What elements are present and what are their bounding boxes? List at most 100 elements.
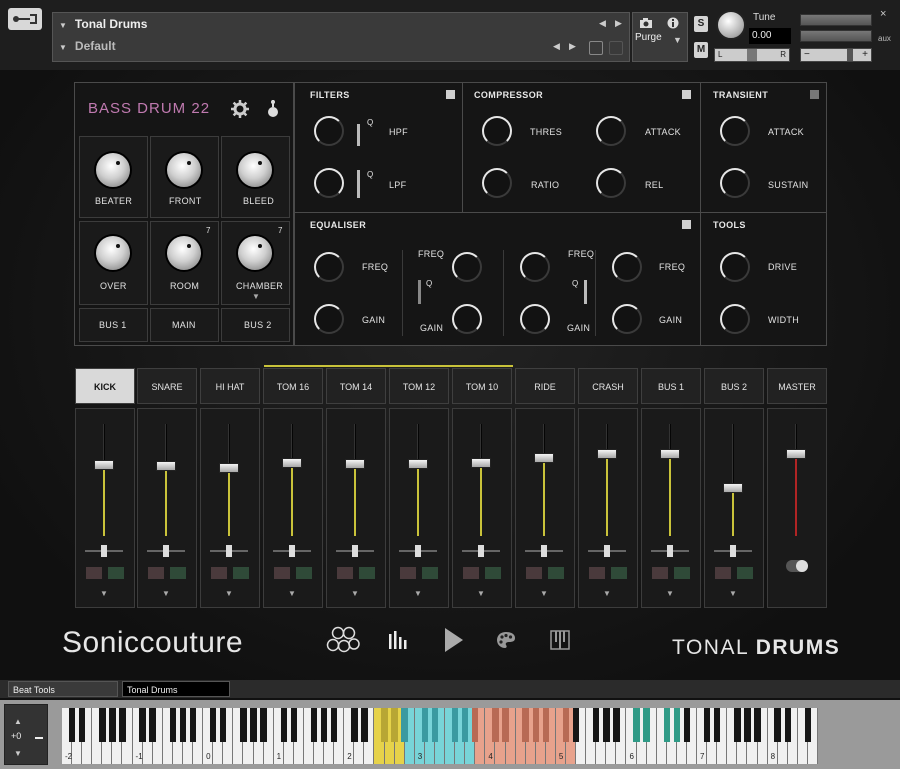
piano-keyboard[interactable]: -2 -1 0 1 2 3 4 5 6 7 8	[62, 708, 818, 764]
solo-button[interactable]	[737, 567, 753, 579]
black-key[interactable]	[663, 708, 670, 742]
pan-thumb[interactable]	[730, 545, 736, 557]
volume-down-button[interactable]: −	[804, 49, 810, 61]
black-key[interactable]	[99, 708, 106, 742]
pan-thumb[interactable]	[478, 545, 484, 557]
eq-lowmid-gain-knob[interactable]	[452, 304, 482, 334]
volume-slider[interactable]: − +	[800, 48, 872, 62]
channel-tab[interactable]: CRASH	[578, 368, 638, 404]
black-key[interactable]	[361, 708, 368, 742]
black-key[interactable]	[542, 708, 550, 742]
lpf-q-bar[interactable]	[357, 170, 360, 198]
output-dropdown-icon[interactable]: ▼	[414, 589, 422, 598]
black-key[interactable]	[189, 708, 197, 742]
black-key[interactable]	[139, 708, 146, 742]
black-key[interactable]	[149, 708, 156, 742]
black-key[interactable]	[713, 708, 721, 742]
black-key[interactable]	[633, 708, 640, 742]
black-key[interactable]	[673, 708, 681, 742]
solo-button[interactable]: S	[694, 16, 708, 32]
info-icon[interactable]	[667, 17, 679, 29]
black-key[interactable]	[179, 708, 187, 742]
black-key[interactable]	[220, 708, 227, 742]
black-key[interactable]	[119, 708, 126, 742]
collapse-icon[interactable]: ▼	[59, 21, 67, 30]
output-dropdown-icon[interactable]: ▼	[540, 589, 548, 598]
eq-himid-gain-knob[interactable]	[520, 304, 550, 334]
fader-thumb[interactable]	[94, 459, 114, 470]
delete-icon[interactable]	[609, 41, 623, 55]
room-knob[interactable]	[167, 236, 201, 270]
volume-up-button[interactable]: +	[862, 49, 868, 61]
solo-button[interactable]	[233, 567, 249, 579]
mute-button[interactable]	[715, 567, 731, 579]
black-key[interactable]	[703, 708, 711, 742]
black-key[interactable]	[603, 708, 610, 742]
pan-thumb[interactable]	[541, 545, 547, 557]
chamber-dropdown-icon[interactable]: ▼	[252, 292, 260, 301]
mute-button[interactable]	[274, 567, 290, 579]
front-knob[interactable]	[167, 153, 201, 187]
thres-knob[interactable]	[482, 116, 512, 146]
channel-tab[interactable]: TOM 14	[326, 368, 386, 404]
black-key[interactable]	[804, 708, 812, 742]
mute-button[interactable]	[526, 567, 542, 579]
pan-thumb[interactable]	[226, 545, 232, 557]
solo-button[interactable]	[108, 567, 124, 579]
channel-tab[interactable]: MASTER	[767, 368, 827, 404]
mute-button[interactable]	[211, 567, 227, 579]
black-key[interactable]	[492, 708, 499, 742]
output-dropdown-icon[interactable]: ▼	[603, 589, 611, 598]
tab-beat-tools[interactable]: Beat Tools	[8, 681, 118, 697]
eq-lowmid-freq-knob[interactable]	[452, 252, 482, 282]
tune-knob[interactable]	[716, 10, 746, 40]
solo-button[interactable]	[674, 567, 690, 579]
solo-button[interactable]	[170, 567, 186, 579]
black-key[interactable]	[744, 708, 751, 742]
transient-enable-checkbox[interactable]	[810, 90, 819, 99]
eq-high-gain-knob[interactable]	[612, 304, 642, 334]
compressor-enable-checkbox[interactable]	[682, 90, 691, 99]
pan-thumb[interactable]	[163, 545, 169, 557]
mute-button[interactable]	[589, 567, 605, 579]
black-key[interactable]	[774, 708, 781, 742]
black-key[interactable]	[754, 708, 761, 742]
output-dropdown-icon[interactable]: ▼	[351, 589, 359, 598]
solo-button[interactable]	[485, 567, 501, 579]
purge-button[interactable]: Purge	[635, 32, 662, 43]
black-key[interactable]	[290, 708, 298, 742]
chamber-knob[interactable]	[238, 236, 272, 270]
eq-low-freq-knob[interactable]	[314, 252, 344, 282]
output-dropdown-icon[interactable]: ▼	[100, 589, 108, 598]
palette-icon[interactable]	[496, 631, 516, 649]
mic-icon[interactable]	[266, 99, 280, 119]
channel-tab[interactable]: BUS 2	[704, 368, 764, 404]
black-key[interactable]	[461, 708, 469, 742]
purge-dropdown-icon[interactable]: ▼	[673, 35, 682, 45]
black-key[interactable]	[391, 708, 398, 742]
black-key[interactable]	[683, 708, 691, 742]
mute-button[interactable]: M	[694, 42, 708, 58]
instrument-name-row[interactable]: ▼ Tonal Drums	[59, 13, 147, 35]
mute-button[interactable]	[148, 567, 164, 579]
black-key[interactable]	[280, 708, 287, 742]
filters-enable-checkbox[interactable]	[446, 90, 455, 99]
gear-icon[interactable]	[231, 100, 249, 118]
black-key[interactable]	[240, 708, 247, 742]
save-icon[interactable]	[589, 41, 603, 55]
camera-icon[interactable]	[639, 17, 653, 29]
mute-button[interactable]	[86, 567, 102, 579]
output-dropdown-icon[interactable]: ▼	[225, 589, 233, 598]
close-icon[interactable]: ×	[880, 8, 886, 20]
fader-thumb[interactable]	[660, 448, 680, 459]
black-key[interactable]	[532, 708, 539, 742]
preset-row[interactable]: ▼ Default	[59, 35, 116, 57]
channel-tab[interactable]: HI HAT	[200, 368, 260, 404]
mixer-icon[interactable]	[388, 630, 408, 650]
channel-tab[interactable]: SNARE	[137, 368, 197, 404]
beater-knob[interactable]	[96, 153, 130, 187]
keyboard-icon[interactable]	[550, 630, 570, 650]
transient-attack-knob[interactable]	[720, 116, 750, 146]
eq-low-gain-knob[interactable]	[314, 304, 344, 334]
prev-preset-icon[interactable]: ◀	[553, 41, 560, 52]
